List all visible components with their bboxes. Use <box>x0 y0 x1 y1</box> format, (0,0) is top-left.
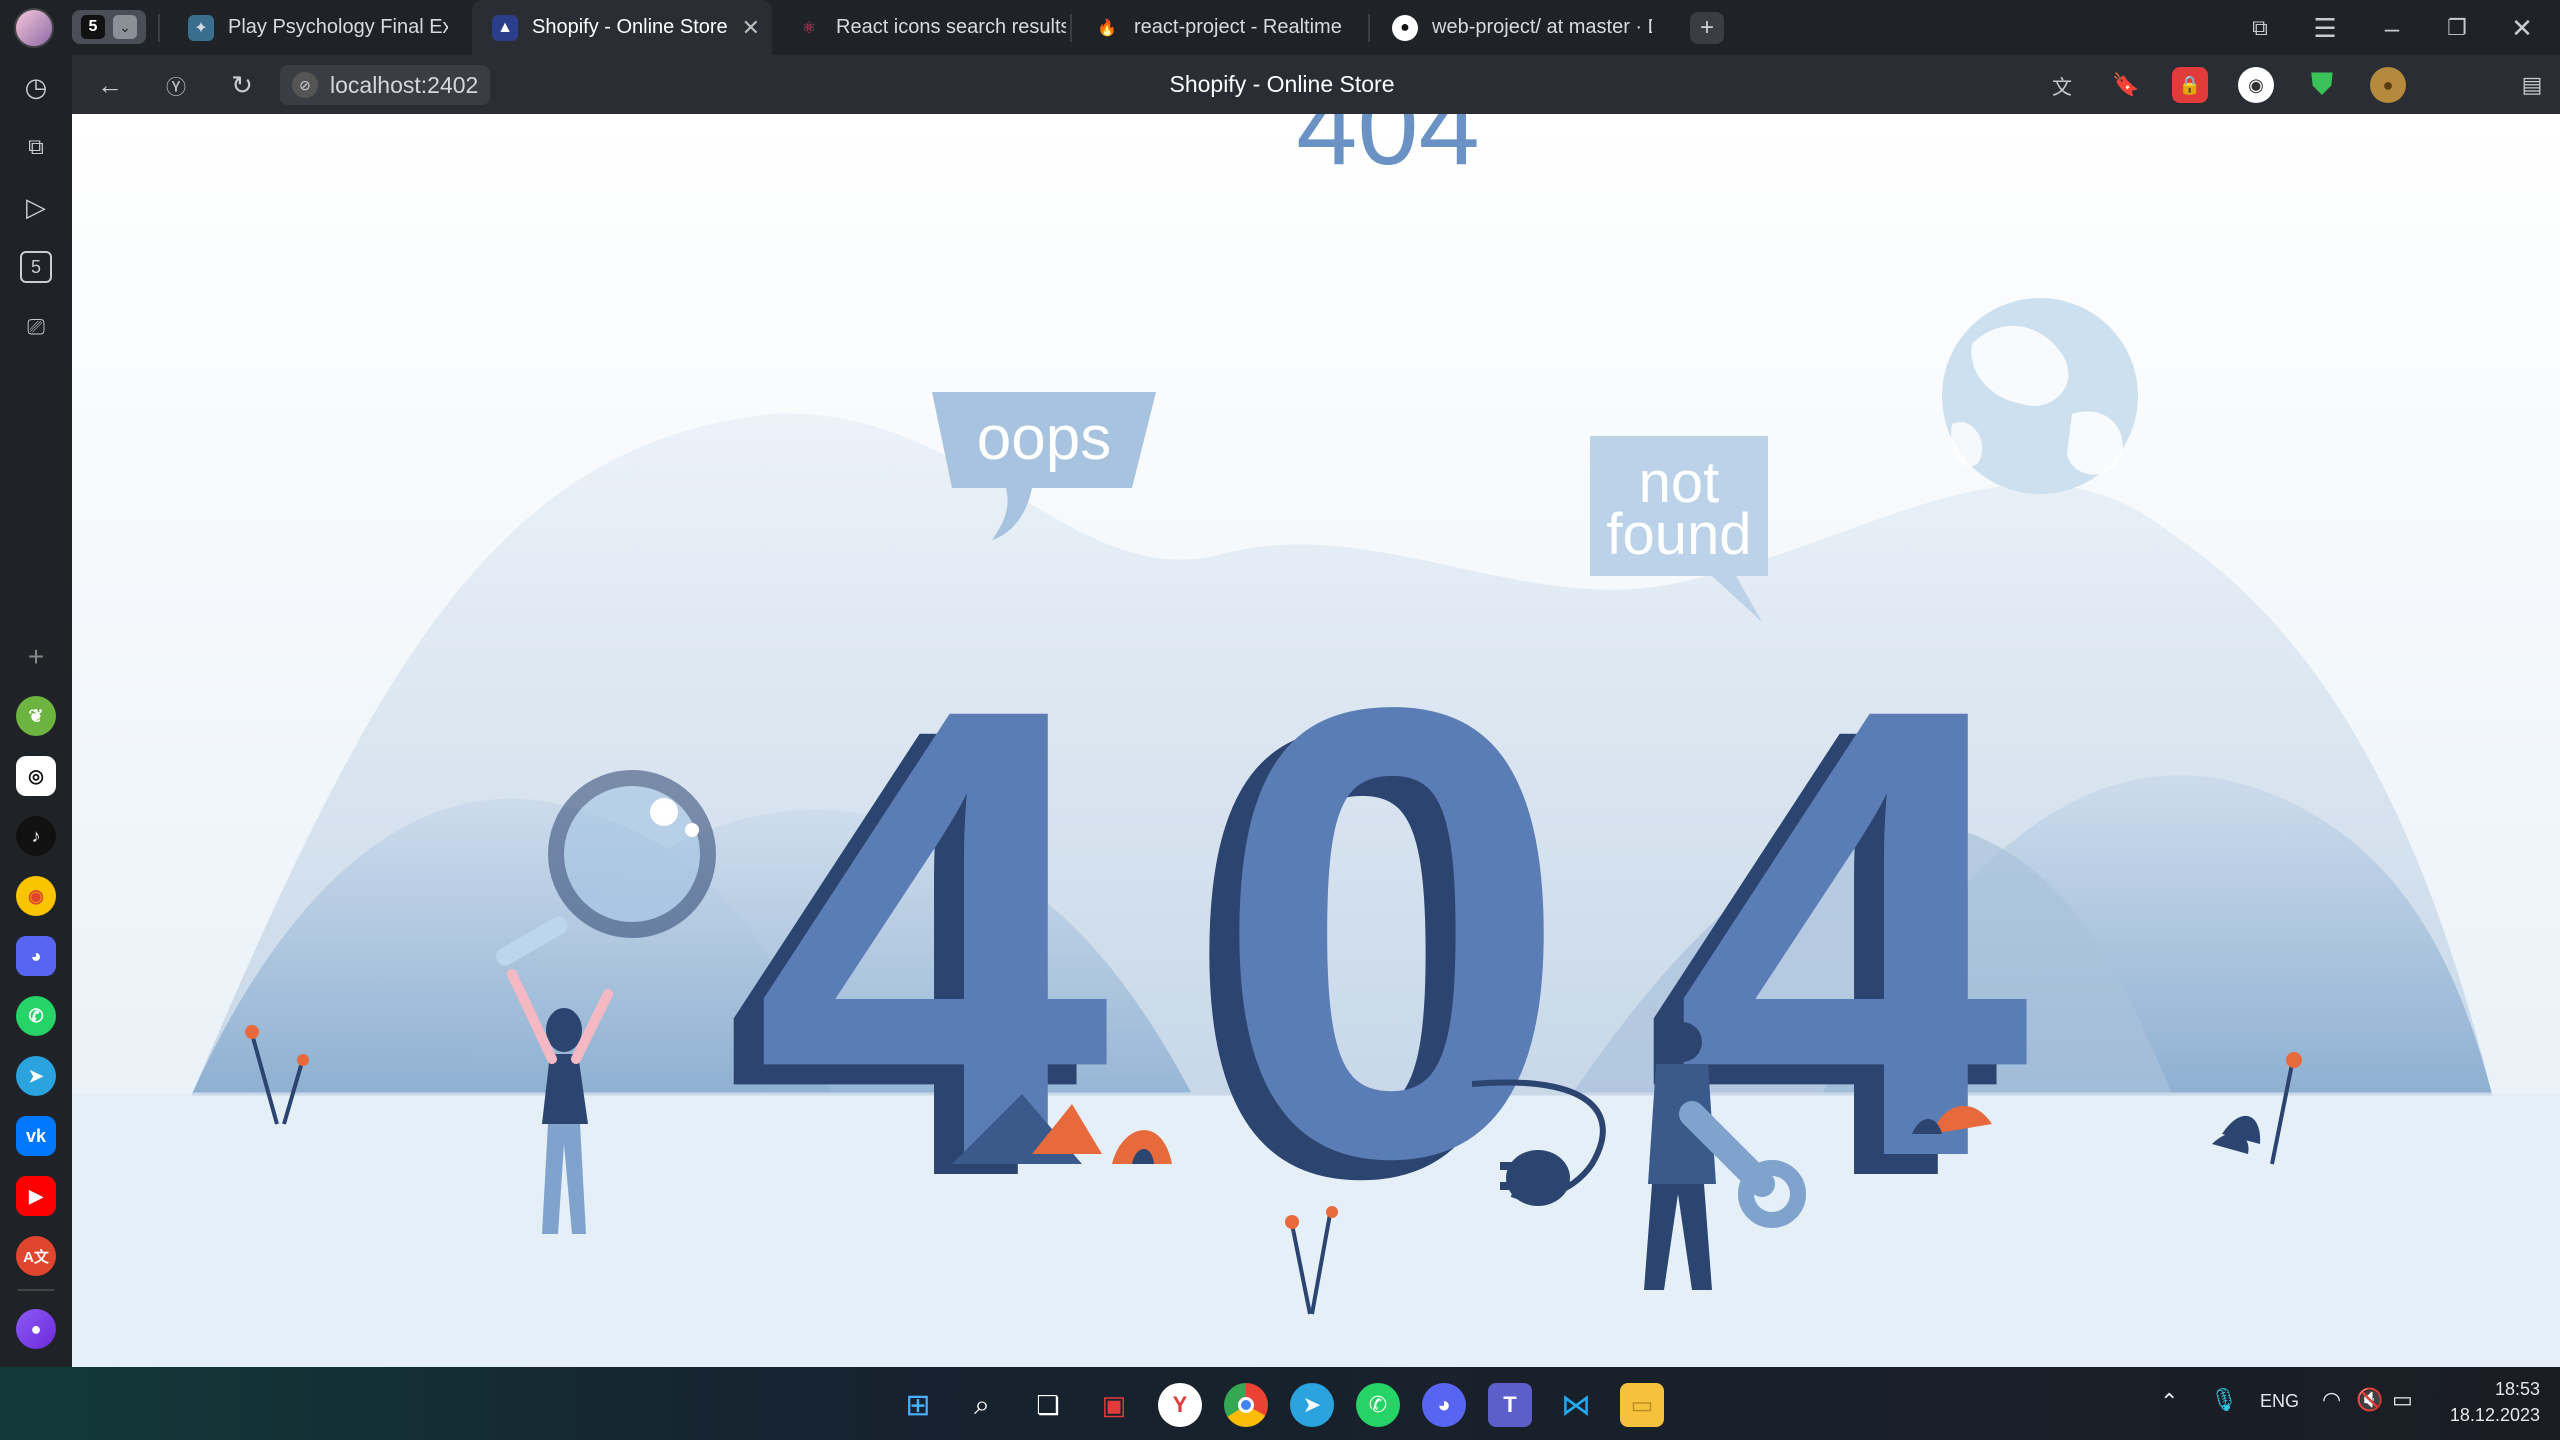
page-heading: 404 <box>1296 114 1480 188</box>
whatsapp-icon[interactable]: ✆ <box>1356 1383 1400 1427</box>
chrome-icon[interactable] <box>1224 1383 1268 1427</box>
volume-muted-icon[interactable]: 🔇 <box>2356 1387 2383 1413</box>
telegram-icon[interactable]: ➤ <box>16 1056 56 1096</box>
url-field[interactable]: ⊘ localhost:2402 <box>280 65 491 105</box>
page-content: 404 oops not found 4 4 0 0 4 4 <box>72 114 2560 1367</box>
tab-separator <box>1368 14 1370 42</box>
task-view-icon[interactable]: ❏ <box>1026 1383 1070 1427</box>
tab-title: Play Psychology Final Exam <box>228 16 448 38</box>
restore-icon[interactable]: ❐ <box>2435 8 2479 48</box>
tab-count-badge: 5 <box>81 15 105 39</box>
whatsapp-icon[interactable]: ✆ <box>16 996 56 1036</box>
globe-illustration <box>1942 298 2138 494</box>
file-explorer-icon[interactable]: ▭ <box>1620 1383 1664 1427</box>
clock-date[interactable]: 18.12.2023 <box>2420 1405 2540 1426</box>
teams-icon[interactable]: T <box>1488 1383 1532 1427</box>
not-found-illustration: 404 oops not found 4 4 0 0 4 4 <box>72 114 2560 1367</box>
windows-start-icon[interactable]: ⊞ <box>896 1383 940 1427</box>
back-arrow-icon[interactable]: ← <box>90 65 130 105</box>
tab-count-sidebar[interactable]: 5 <box>20 251 52 283</box>
search-icon[interactable]: ⌕ <box>960 1383 1004 1427</box>
psychology-favicon: ✦ <box>188 14 214 41</box>
react-favicon: ⚛ <box>801 19 817 37</box>
history-icon[interactable]: ◷ <box>14 65 58 109</box>
spring-icon[interactable]: ❦ <box>16 696 56 736</box>
github-favicon: ● <box>1392 14 1418 41</box>
tab-title: web-project/ at master · Dc <box>1432 16 1652 38</box>
tab-react-icons[interactable]: ⚛ React icons search results <box>776 0 1066 55</box>
reload-icon[interactable]: ↻ <box>222 65 262 105</box>
shield-icon[interactable]: ⛊ <box>2304 67 2340 103</box>
tab-shopify[interactable]: ▲ Shopify - Online Store ✕ <box>472 0 772 55</box>
shopify-favicon: ▲ <box>492 14 518 41</box>
chevron-down-icon: ⌄ <box>113 15 137 39</box>
tab-separator <box>1070 14 1072 42</box>
yandex-browser-icon[interactable]: Y <box>1158 1383 1202 1427</box>
big-digit-4-left: 4 <box>754 575 1114 1290</box>
tiktok-icon[interactable]: ♪ <box>16 816 56 856</box>
collections-icon[interactable]: ⧉ <box>14 125 58 169</box>
address-bar: ← Ⓨ ↻ ⊘ localhost:2402 Shopify - Online … <box>72 55 2560 114</box>
tab-title: Shopify - Online Store <box>532 16 728 38</box>
browser-sidebar: ◷ ⧉ ▷ 5 ⎚ + ❦ ◎ ♪ ◉ ◕ ✆ ➤ vk ▶ A文 ● ••• <box>0 55 72 1394</box>
profile-avatar[interactable] <box>14 8 54 48</box>
language-indicator[interactable]: ENG <box>2260 1391 2299 1412</box>
minimize-icon[interactable]: – <box>2370 8 2414 48</box>
yandex-home-icon[interactable]: Ⓨ <box>156 65 196 105</box>
tab-title: react-project - Realtime Da <box>1134 16 1344 38</box>
browser-titlebar: 5 ⌄ ✦ Play Psychology Final Exam ▲ Shopi… <box>0 0 2560 55</box>
microphone-icon[interactable]: 🎙 <box>2210 1387 2238 1413</box>
site-info-icon[interactable]: ⊘ <box>292 72 318 98</box>
clock-time[interactable]: 18:53 <box>2460 1379 2540 1400</box>
url-text: localhost:2402 <box>330 71 479 98</box>
wifi-icon[interactable]: ◠ <box>2322 1387 2341 1413</box>
chevron-up-icon[interactable]: ⌃ <box>2160 1389 2178 1415</box>
menu-icon[interactable]: ☰ <box>2305 8 2345 48</box>
translate-icon[interactable]: 文 <box>2042 65 2082 105</box>
tab-firebase[interactable]: 🔥 react-project - Realtime Da <box>1074 0 1364 55</box>
screenshot-icon[interactable]: ⎚ <box>14 305 58 349</box>
new-tab-button[interactable]: + <box>1690 12 1724 44</box>
play-icon[interactable]: ▷ <box>14 185 58 229</box>
page-title: Shopify - Online Store <box>1169 71 1395 97</box>
battery-icon[interactable]: ▭ <box>2392 1387 2413 1413</box>
sidebar-divider <box>18 1289 54 1291</box>
tab-groups-button[interactable]: 5 ⌄ <box>72 10 146 44</box>
tab-title: React icons search results <box>836 16 1066 38</box>
discord-icon[interactable]: ◕ <box>1422 1383 1466 1427</box>
discord-icon[interactable]: ◕ <box>16 936 56 976</box>
translate-icon[interactable]: A文 <box>16 1236 56 1276</box>
vscode-icon[interactable]: ⋈ <box>1554 1383 1598 1427</box>
oops-text: oops <box>977 404 1111 473</box>
add-panel-icon[interactable]: + <box>14 635 58 679</box>
firebase-favicon: 🔥 <box>1097 19 1117 37</box>
yandex-music-icon[interactable]: ◉ <box>16 876 56 916</box>
lock-extension-icon[interactable]: 🔒 <box>2172 67 2208 103</box>
bookmark-collections-icon[interactable]: ⧉ <box>2240 8 2280 48</box>
cookie-extension-icon[interactable]: ● <box>2370 67 2406 103</box>
close-window-icon[interactable]: ✕ <box>2500 8 2544 48</box>
vpn-extension-icon[interactable]: ◉ <box>2238 67 2274 103</box>
youtube-icon[interactable]: ▶ <box>16 1176 56 1216</box>
reader-mode-icon[interactable]: ▤ <box>2512 65 2552 105</box>
windows-taskbar: ⊞ ⌕ ❏ ▣ Y ➤ ✆ ◕ T ⋈ ▭ ⌃ 🎙 ENG ◠ 🔇 ▭ 18:5… <box>0 1367 2560 1440</box>
bookmark-icon[interactable]: 🔖 <box>2106 65 2146 105</box>
app-icon[interactable]: ▣ <box>1092 1383 1136 1427</box>
alice-icon[interactable]: ● <box>16 1309 56 1349</box>
vk-icon[interactable]: vk <box>16 1116 56 1156</box>
close-tab-icon[interactable]: ✕ <box>742 15 760 41</box>
telegram-icon[interactable]: ➤ <box>1290 1383 1334 1427</box>
tab-separator <box>158 14 160 42</box>
big-digit-4-right: 4 <box>1674 575 2034 1290</box>
tab-psychology[interactable]: ✦ Play Psychology Final Exam <box>168 0 468 55</box>
instagram-icon[interactable]: ◎ <box>16 756 56 796</box>
found-text: found <box>1606 502 1751 567</box>
tab-github[interactable]: ● web-project/ at master · Dc <box>1372 0 1672 55</box>
big-404: 4 4 0 0 4 4 <box>724 575 2034 1310</box>
